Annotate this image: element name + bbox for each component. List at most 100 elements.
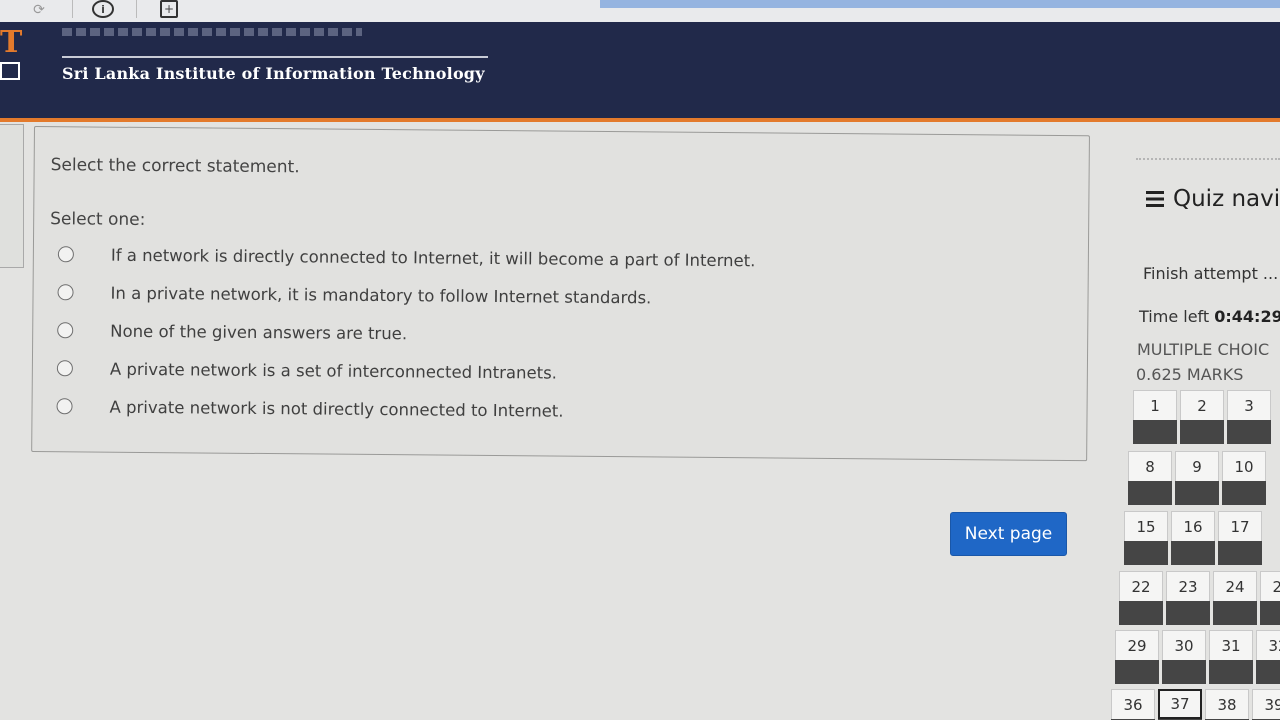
answer-option-label[interactable]: If a network is directly connected to In… xyxy=(111,245,756,270)
question-state-bar xyxy=(1209,660,1253,684)
question-nav-button[interactable]: 30 xyxy=(1162,630,1206,684)
answer-option-label[interactable]: A private network is not directly connec… xyxy=(109,397,563,420)
question-state-bar xyxy=(1124,541,1168,565)
answer-option-label[interactable]: A private network is a set of interconne… xyxy=(110,359,557,382)
header-divider xyxy=(62,56,488,58)
answer-option[interactable]: If a network is directly connected to In… xyxy=(57,241,756,273)
question-number: 31 xyxy=(1209,630,1253,660)
question-number: 22 xyxy=(1119,571,1163,601)
question-nav-button[interactable]: 25 xyxy=(1260,571,1280,625)
site-header: T Sri Lanka Institute of Information Tec… xyxy=(0,22,1280,122)
question-state-bar xyxy=(1256,660,1280,684)
question-number: 37 xyxy=(1158,689,1202,719)
answer-option[interactable]: A private network is a set of interconne… xyxy=(56,355,557,385)
question-state-bar xyxy=(1227,420,1271,444)
question-state-bar xyxy=(1222,481,1266,505)
question-state-bar xyxy=(1115,660,1159,684)
logo-emblem-icon xyxy=(0,62,20,80)
question-state-bar xyxy=(1166,601,1210,625)
question-nav-button[interactable]: 15 xyxy=(1124,511,1168,565)
question-nav-button[interactable]: 38 xyxy=(1205,689,1249,720)
question-number: 15 xyxy=(1124,511,1168,541)
question-nav-button[interactable]: 29 xyxy=(1115,630,1159,684)
question-number: 17 xyxy=(1218,511,1262,541)
answer-option[interactable]: A private network is not directly connec… xyxy=(56,393,564,423)
question-number: 1 xyxy=(1133,390,1177,420)
toolbar-divider xyxy=(72,0,73,18)
question-nav-button[interactable]: 22 xyxy=(1119,571,1163,625)
question-nav-button[interactable]: 36 xyxy=(1111,689,1155,720)
question-nav-button[interactable]: 37 xyxy=(1158,689,1202,720)
question-nav-button[interactable]: 2 xyxy=(1180,390,1224,444)
answer-option[interactable]: In a private network, it is mandatory to… xyxy=(57,279,651,310)
question-number: 30 xyxy=(1162,630,1206,660)
radio-button[interactable] xyxy=(56,398,73,415)
question-state-bar xyxy=(1175,481,1219,505)
question-marks: 0.625 MARKS xyxy=(1136,365,1244,384)
question-number: 38 xyxy=(1205,689,1249,719)
question-number: 16 xyxy=(1171,511,1215,541)
question-state-bar xyxy=(1213,601,1257,625)
question-info-panel xyxy=(0,124,24,268)
question-state-bar xyxy=(1128,481,1172,505)
radio-button[interactable] xyxy=(57,322,74,339)
question-nav-button[interactable]: 31 xyxy=(1209,630,1253,684)
question-state-bar xyxy=(1119,601,1163,625)
question-nav-button[interactable]: 23 xyxy=(1166,571,1210,625)
question-number: 39 xyxy=(1252,689,1280,719)
quiz-nav-title-text: Quiz navi xyxy=(1173,186,1280,212)
next-page-button[interactable]: Next page xyxy=(950,512,1067,556)
browser-toolbar: ⟳ i + xyxy=(0,0,1280,22)
institute-name: Sri Lanka Institute of Information Techn… xyxy=(62,64,485,83)
answer-option-label[interactable]: In a private network, it is mandatory to… xyxy=(110,283,651,307)
quiz-nav-title: Quiz navi xyxy=(1146,186,1280,212)
select-one-prompt: Select one: xyxy=(50,209,146,230)
answer-option[interactable]: None of the given answers are true. xyxy=(57,317,407,346)
timer: Time left 0:44:29 xyxy=(1139,307,1280,326)
question-card: Select the correct statement. Select one… xyxy=(31,126,1090,462)
question-type: MULTIPLE CHOIC xyxy=(1137,340,1270,359)
question-state-bar xyxy=(1180,420,1224,444)
question-number: 23 xyxy=(1166,571,1210,601)
question-nav-button[interactable]: 8 xyxy=(1128,451,1172,505)
question-nav-button[interactable]: 10 xyxy=(1222,451,1266,505)
nav-block-divider xyxy=(1136,158,1280,160)
question-state-bar xyxy=(1218,541,1262,565)
radio-button[interactable] xyxy=(57,246,74,263)
finish-attempt-link[interactable]: Finish attempt ... xyxy=(1143,264,1278,283)
faded-header-text xyxy=(62,28,362,36)
time-left-label: Time left xyxy=(1139,307,1210,326)
header-accent-line xyxy=(0,118,1280,122)
question-number: 36 xyxy=(1111,689,1155,719)
question-number: 24 xyxy=(1213,571,1257,601)
hamburger-menu-icon[interactable] xyxy=(1146,191,1164,207)
info-icon[interactable]: i xyxy=(92,0,114,18)
answer-option-label[interactable]: None of the given answers are true. xyxy=(110,321,407,343)
question-state-bar xyxy=(1260,601,1280,625)
question-state-bar xyxy=(1133,420,1177,444)
radio-button[interactable] xyxy=(57,284,74,301)
question-number: 9 xyxy=(1175,451,1219,481)
toolbar-divider xyxy=(136,0,137,18)
question-nav-button[interactable]: 1 xyxy=(1133,390,1177,444)
question-number: 8 xyxy=(1128,451,1172,481)
radio-button[interactable] xyxy=(56,360,73,377)
question-nav-button[interactable]: 17 xyxy=(1218,511,1262,565)
question-nav-button[interactable]: 16 xyxy=(1171,511,1215,565)
reload-icon[interactable]: ⟳ xyxy=(30,0,48,20)
question-nav-button[interactable]: 9 xyxy=(1175,451,1219,505)
question-number: 10 xyxy=(1222,451,1266,481)
add-bookmark-icon[interactable]: + xyxy=(160,0,178,18)
time-left-value: 0:44:29 xyxy=(1214,307,1280,326)
question-text: Select the correct statement. xyxy=(50,155,300,178)
question-nav-button[interactable]: 39 xyxy=(1252,689,1280,720)
question-number: 32 xyxy=(1256,630,1280,660)
question-state-bar xyxy=(1162,660,1206,684)
question-nav-button[interactable]: 3 xyxy=(1227,390,1271,444)
question-number: 2 xyxy=(1180,390,1224,420)
question-number: 29 xyxy=(1115,630,1159,660)
question-nav-button[interactable]: 32 xyxy=(1256,630,1280,684)
logo-letter-icon: T xyxy=(0,25,23,60)
question-nav-button[interactable]: 24 xyxy=(1213,571,1257,625)
sliit-logo: T xyxy=(0,28,22,88)
